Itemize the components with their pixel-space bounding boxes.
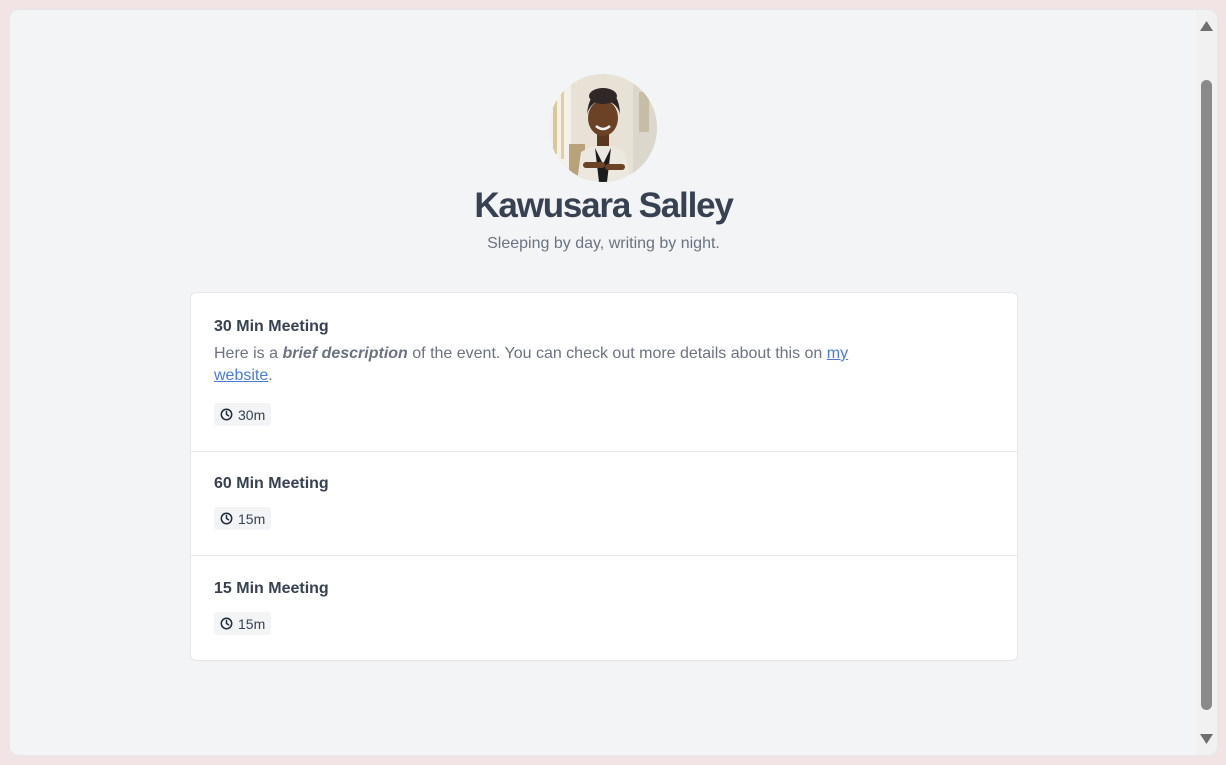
event-description: Here is a brief description of the event… bbox=[214, 343, 904, 387]
event-title: 30 Min Meeting bbox=[214, 318, 329, 335]
vertical-scrollbar[interactable] bbox=[1196, 10, 1217, 755]
avatar bbox=[549, 74, 657, 182]
event-type-30-min[interactable]: 30 Min Meeting Here is a brief descripti… bbox=[191, 293, 1017, 452]
duration-badge: 30m bbox=[214, 403, 272, 426]
booking-page-frame: Kawusara Salley Sleeping by day, writing… bbox=[9, 9, 1218, 756]
event-description-text: of the event. You can check out more det… bbox=[407, 345, 827, 362]
profile-name: Kawusara Salley bbox=[474, 186, 733, 225]
event-description-text: . bbox=[268, 367, 273, 384]
clock-icon bbox=[220, 617, 233, 630]
clock-icon bbox=[220, 408, 233, 421]
event-title: 60 Min Meeting bbox=[214, 475, 329, 492]
event-type-60-min[interactable]: 60 Min Meeting 15m bbox=[191, 452, 1017, 556]
avatar-photo-icon bbox=[549, 74, 657, 182]
event-description-text: Here is a bbox=[214, 345, 283, 362]
scroll-up-arrow-icon[interactable] bbox=[1199, 20, 1214, 32]
scrollbar-thumb[interactable] bbox=[1201, 80, 1212, 710]
duration-badge: 15m bbox=[214, 507, 272, 530]
scroll-down-arrow-icon[interactable] bbox=[1199, 733, 1214, 745]
clock-icon bbox=[220, 512, 233, 525]
duration-badge: 15m bbox=[214, 612, 272, 635]
event-description-emphasis: brief description bbox=[282, 345, 408, 362]
event-type-15-min[interactable]: 15 Min Meeting 15m bbox=[191, 556, 1017, 660]
duration-label: 30m bbox=[238, 406, 266, 423]
duration-label: 15m bbox=[238, 615, 266, 632]
profile-tagline: Sleeping by day, writing by night. bbox=[487, 235, 720, 252]
event-title: 15 Min Meeting bbox=[214, 580, 329, 597]
booking-page-content: Kawusara Salley Sleeping by day, writing… bbox=[10, 10, 1197, 755]
event-types-list: 30 Min Meeting Here is a brief descripti… bbox=[190, 292, 1018, 661]
duration-label: 15m bbox=[238, 510, 266, 527]
